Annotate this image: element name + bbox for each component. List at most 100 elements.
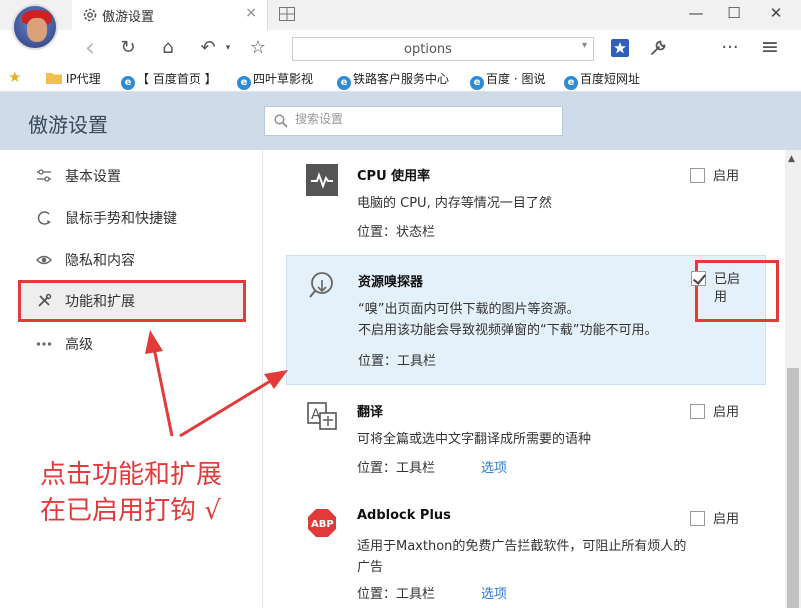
address-dropdown-icon[interactable]: ▾ (582, 40, 587, 51)
eye-icon (36, 255, 52, 265)
address-bar[interactable]: ▾ (292, 37, 594, 61)
search-input[interactable] (295, 112, 545, 126)
bookmark-label: 百度 · 图说 (486, 72, 546, 86)
sliders-icon (37, 169, 51, 182)
toggle-label: 已启用 (714, 272, 741, 305)
scroll-up-icon[interactable]: ▲ (788, 154, 795, 164)
address-input[interactable] (293, 38, 563, 60)
bookmark-ip-proxy[interactable]: IP代理 (46, 70, 101, 87)
feature-desc-line: 适用于Maxthon的免费广告拦截软件，可阻止所有烦人的广告 (357, 539, 687, 575)
tab-close-button[interactable]: × (245, 5, 257, 21)
ie-icon: e (121, 76, 135, 90)
reload-icon[interactable]: ↻ (118, 38, 138, 58)
avatar-face (27, 18, 47, 42)
extension-star-icon[interactable] (610, 38, 630, 58)
bookmarks-bar: ★ IP代理 e 【 百度首页 】 e 四叶草影视 e 铁路客户服务中心 e 百度 · … (0, 66, 801, 92)
sidebar-item-gestures[interactable]: 鼠标手势和快捷键 (18, 197, 246, 239)
navigation-toolbar: ‹ ↻ ⌂ ↶ ▾ ☆ ▾ ··· ≡ (0, 30, 801, 66)
feature-name: 资源嗅探器 (358, 275, 424, 290)
dots-icon (36, 342, 52, 346)
undo-icon[interactable]: ↶ (198, 38, 218, 58)
feature-name: 翻译 (357, 405, 384, 420)
pulse-icon (306, 164, 338, 196)
sidebar-item-label: 高级 (65, 337, 93, 353)
feature-description: 可将全篇或选中文字翻译成所需要的语种 (357, 429, 687, 450)
bookmark-baidu-tushuo[interactable]: e 百度 · 图说 (470, 70, 545, 90)
tab-title: 傲游设置 (102, 10, 155, 25)
maximize-button[interactable]: ☐ (724, 4, 744, 22)
wrench-icon[interactable] (648, 38, 668, 58)
home-icon[interactable]: ⌂ (158, 38, 178, 58)
feature-desc-line: “嗅”出页面内可供下载的图片等资源。 (358, 302, 580, 317)
sidebar-item-label: 鼠标手势和快捷键 (65, 211, 177, 227)
sidebar-item-features[interactable]: 功能和扩展 (18, 280, 246, 322)
enable-checkbox[interactable] (690, 168, 705, 183)
annotation-line-2: 在已启用打钩 √ (40, 496, 221, 526)
feature-desc-line: 不启用该功能会导致视频弹窗的“下载”功能不可用。 (358, 323, 658, 338)
ie-icon: e (337, 76, 351, 90)
folder-icon (46, 73, 62, 84)
menu-icon[interactable]: ≡ (760, 37, 780, 59)
instruction-annotation: 点击功能和扩展 在已启用打钩 √ (40, 457, 222, 529)
settings-search[interactable] (264, 106, 563, 136)
settings-sidebar: 基本设置 鼠标手势和快捷键 隐私和内容 功能和扩展 高级 (0, 150, 263, 608)
feature-name: CPU 使用率 (357, 169, 431, 184)
feature-description: 适用于Maxthon的免费广告拦截软件，可阻止所有烦人的广告 (357, 536, 692, 578)
feature-desc-line: 可将全篇或选中文字翻译成所需要的语种 (357, 432, 592, 447)
enable-checkbox[interactable] (690, 511, 705, 526)
annotation-line-1: 点击功能和扩展 (40, 460, 223, 490)
back-icon[interactable]: ‹ (80, 35, 100, 61)
sidebar-item-privacy[interactable]: 隐私和内容 (18, 239, 246, 281)
bookmark-railway[interactable]: e 铁路客户服务中心 (337, 70, 449, 90)
page-title: 傲游设置 (28, 113, 108, 137)
sniffer-icon (309, 272, 333, 298)
bookmark-baidu-shorturl[interactable]: e 百度短网址 (564, 70, 640, 90)
feature-translate: A 翻译 可将全篇或选中文字翻译成所需要的语种 位置：工具栏 选项 启用 (286, 386, 766, 486)
undo-dropdown-icon[interactable]: ▾ (218, 38, 238, 58)
feature-location: 位置：工具栏 (357, 587, 436, 602)
feature-resource-sniffer: 资源嗅探器 “嗅”出页面内可供下载的图片等资源。 不启用该功能会导致视频弹窗的“… (286, 255, 779, 385)
feature-toggle[interactable]: 已启用 (691, 271, 751, 307)
content-scrollbar[interactable]: ▲ (785, 150, 801, 608)
favorites-star-icon[interactable]: ★ (8, 68, 21, 86)
enable-checkbox[interactable] (690, 404, 705, 419)
feature-adblock-plus: ABP Adblock Plus 适用于Maxthon的免费广告拦截软件，可阻止… (286, 493, 766, 608)
translate-icon: A (307, 402, 337, 430)
bookmark-label: 百度短网址 (580, 72, 641, 86)
feature-options-link[interactable]: 选项 (481, 583, 507, 602)
feature-options-link[interactable]: 选项 (481, 457, 507, 476)
svg-text:ABP: ABP (311, 519, 334, 530)
tab-grid-icon[interactable] (279, 7, 295, 21)
tab-settings[interactable]: 傲游设置 × (72, 0, 268, 30)
feature-description: “嗅”出页面内可供下载的图片等资源。 不启用该功能会导致视频弹窗的“下载”功能不… (358, 299, 688, 341)
adblock-icon: ABP (308, 509, 336, 537)
bookmark-clover-video[interactable]: e 四叶草影视 (237, 70, 313, 90)
feature-toggle[interactable]: 启用 (690, 165, 739, 184)
ie-icon: e (564, 76, 578, 90)
feature-cpu-usage: CPU 使用率 电脑的 CPU, 内存等情况一目了然 位置：状态栏 启用 (286, 150, 766, 250)
favorite-star-icon[interactable]: ☆ (248, 38, 268, 58)
enable-checkbox-checked[interactable] (691, 271, 706, 286)
ie-icon: e (470, 76, 484, 90)
scrollbar-thumb[interactable] (787, 368, 799, 608)
sidebar-item-label: 基本设置 (65, 169, 121, 185)
sidebar-item-label: 功能和扩展 (65, 294, 135, 310)
sidebar-item-advanced[interactable]: 高级 (18, 323, 246, 365)
more-icon[interactable]: ··· (720, 38, 740, 58)
tab-strip: 傲游设置 × — ☐ ✕ (0, 0, 801, 30)
feature-desc-line: 电脑的 CPU, 内存等情况一目了然 (357, 196, 552, 211)
gear-icon (83, 8, 97, 22)
avatar[interactable] (12, 4, 58, 50)
ie-icon: e (237, 76, 251, 90)
minimize-button[interactable]: — (686, 4, 706, 22)
feature-toggle[interactable]: 启用 (690, 508, 739, 527)
tools-icon (38, 293, 52, 307)
bookmark-label: 【 百度首页 】 (137, 72, 217, 86)
bookmark-baidu-home[interactable]: e 【 百度首页 】 (121, 70, 217, 90)
close-window-button[interactable]: ✕ (766, 4, 786, 22)
feature-toggle[interactable]: 启用 (690, 401, 739, 420)
feature-description: 电脑的 CPU, 内存等情况一目了然 (357, 193, 687, 214)
sidebar-item-basic[interactable]: 基本设置 (18, 155, 246, 197)
mouse-gesture-icon (37, 211, 51, 225)
search-icon (274, 114, 288, 128)
